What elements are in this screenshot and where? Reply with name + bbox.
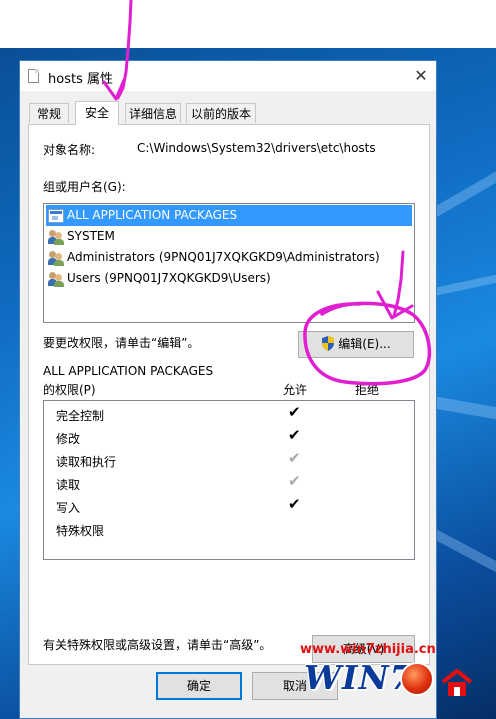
users-icon [48, 271, 64, 287]
watermark-url: www.win7zhijia.cn [300, 642, 436, 657]
allow-check-icon: ✔ [288, 449, 301, 467]
file-icon [28, 69, 39, 83]
package-icon [48, 208, 64, 223]
permissions-list[interactable]: 完全控制 ✔ 修改 ✔ 读取和执行 ✔ 读取 ✔ 写入 ✔ 特殊权限 [43, 400, 415, 560]
tab-details[interactable]: 详细信息 [125, 103, 181, 123]
table-row: 读取和执行 ✔ [56, 449, 301, 469]
group-list-label: 组或用户名(G): [43, 180, 126, 194]
close-button[interactable]: ✕ [406, 61, 436, 91]
tab-previous-versions[interactable]: 以前的版本 [186, 103, 256, 123]
permissions-for-label: ALL APPLICATION PACKAGES [43, 364, 214, 378]
group-user-list[interactable]: ALL APPLICATION PACKAGES SYSTEM Administ… [43, 203, 415, 323]
object-name-label: 对象名称: [43, 143, 96, 157]
ok-button[interactable]: 确定 [156, 672, 242, 700]
advanced-hint: 有关特殊权限或高级设置，请单击“高级”。 [43, 638, 272, 652]
window-title: hosts 属性 [48, 72, 113, 87]
users-icon [48, 250, 64, 266]
deny-header: 拒绝 [355, 383, 380, 397]
allow-check-icon: ✔ [288, 426, 301, 444]
uac-shield-icon [322, 336, 335, 351]
object-name-value: C:\Windows\System32\drivers\etc\hosts [137, 141, 376, 155]
table-row: 特殊权限 [56, 524, 105, 538]
table-row: 读取 ✔ [56, 472, 301, 492]
allow-check-icon: ✔ [288, 472, 301, 490]
house-icon [441, 669, 473, 696]
security-tab-panel: 对象名称: C:\Windows\System32\drivers\etc\ho… [28, 124, 430, 665]
users-icon [48, 229, 64, 245]
watermark-logo: WIN7 [298, 658, 496, 719]
allow-check-icon: ✔ [288, 495, 301, 513]
edit-button[interactable]: 编辑(E)... [298, 331, 414, 358]
permissions-label: 的权限(P) [43, 383, 96, 397]
table-row: 修改 ✔ [56, 426, 301, 446]
list-item[interactable]: Administrators (9PNQ01J7XQKGKD9\Administ… [46, 247, 412, 268]
tab-general[interactable]: 常规 [29, 103, 69, 123]
allow-header: 允许 [283, 383, 308, 397]
table-row: 完全控制 ✔ [56, 403, 301, 423]
list-item[interactable]: SYSTEM [46, 226, 412, 247]
properties-dialog: hosts 属性 ✕ 常规 安全 详细信息 以前的版本 对象名称: C:\Win… [19, 60, 437, 719]
edit-button-label: 编辑(E)... [338, 337, 391, 351]
edit-hint: 要更改权限，请单击“编辑”。 [43, 336, 200, 350]
allow-check-icon: ✔ [288, 403, 301, 421]
title-bar[interactable]: hosts 属性 ✕ [20, 61, 436, 91]
table-row: 写入 ✔ [56, 495, 301, 515]
tab-security[interactable]: 安全 [75, 101, 119, 125]
list-item[interactable]: Users (9PNQ01J7XQKGKD9\Users) [46, 268, 412, 289]
globe-icon [400, 662, 434, 696]
list-item[interactable]: ALL APPLICATION PACKAGES [46, 205, 412, 226]
